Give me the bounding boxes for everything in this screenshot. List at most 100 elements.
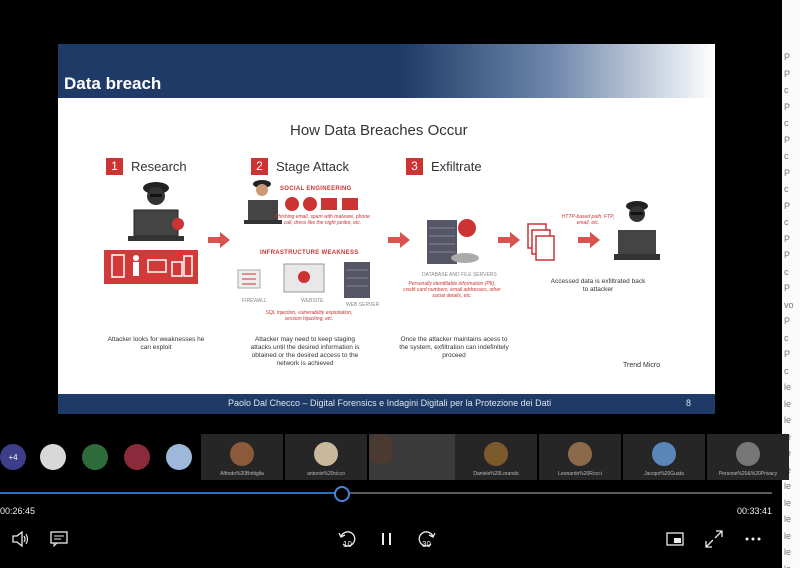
caption-research: Attacker looks for weaknesses he can exp… <box>107 336 205 351</box>
participant-avatar[interactable] <box>124 444 150 470</box>
step-label: Stage Attack <box>276 158 349 174</box>
seek-progress <box>0 492 342 494</box>
side-panel-text: le <box>784 415 792 425</box>
arrow-icon <box>578 232 600 248</box>
web-server-label: WEB SERVER <box>346 302 380 308</box>
database-desc: Personally identifiable information (PII… <box>403 281 501 299</box>
social-engineering-label: SOCIAL ENGINEERING <box>280 186 352 192</box>
infographic-title: How Data Breaches Occur <box>290 122 468 139</box>
side-panel-text: P <box>784 233 791 244</box>
participant-video <box>652 442 676 466</box>
side-panel-text: c <box>784 184 789 194</box>
social-engineering-desc: Phishing email, spam with malware, phone… <box>275 214 370 226</box>
participant-tile[interactable] <box>369 434 455 480</box>
captions-button[interactable] <box>48 528 70 550</box>
participant-avatar[interactable] <box>82 444 108 470</box>
caption-exfil: Once the attacker maintains acess to the… <box>399 336 509 359</box>
side-panel-text: P <box>784 52 791 62</box>
participant-video <box>568 442 592 466</box>
total-time: 00:33:41 <box>737 506 773 516</box>
step-label: Research <box>131 158 187 174</box>
pause-button[interactable] <box>376 528 398 550</box>
side-panel-text: c <box>784 85 789 95</box>
side-panel-text: P <box>784 167 791 178</box>
skip-back-button[interactable]: 10 <box>336 528 358 550</box>
participant-video <box>369 434 393 464</box>
step-research: 1 Research <box>106 157 187 175</box>
captions-icon <box>50 531 68 547</box>
arrow-icon <box>498 232 520 248</box>
side-panel-text: P <box>784 349 791 359</box>
footer-text: Paolo Dal Checco – Digital Forensics e I… <box>228 398 552 408</box>
picture-in-picture-button[interactable] <box>664 528 686 550</box>
participant-name: Leonardo%20Rocci <box>558 471 602 477</box>
step-number: 2 <box>251 157 268 175</box>
website-label: WEBSITE <box>301 298 324 304</box>
documents-illustration <box>527 223 555 261</box>
skip-back-seconds: 10 <box>343 540 352 549</box>
more-options-button[interactable] <box>742 528 764 550</box>
fullscreen-icon <box>705 530 723 548</box>
exfil-note: Accessed data is exfiltrated back to att… <box>550 278 646 293</box>
participant-name: Alfredo%20Bottiglia <box>220 471 264 477</box>
participant-video <box>736 442 760 466</box>
participant-tile[interactable]: Daniele%20Lorando <box>455 434 537 480</box>
side-panel-text: P <box>784 134 791 145</box>
participant-name: antonio%20cicco <box>307 471 345 477</box>
participant-avatar[interactable] <box>40 444 66 470</box>
database-illustration <box>427 219 479 264</box>
participant-video <box>484 442 508 466</box>
step-exfiltrate: 3 Exfiltrate <box>406 157 482 175</box>
participant-name: Persone%20&%20Privacy <box>718 471 778 477</box>
pause-icon <box>382 533 391 545</box>
side-panel-text: le <box>784 497 792 508</box>
participant-video <box>230 442 254 466</box>
fullscreen-button[interactable] <box>703 528 725 550</box>
step-label: Exfiltrate <box>431 158 482 174</box>
volume-icon <box>12 531 29 547</box>
seek-handle[interactable] <box>333 486 350 502</box>
side-panel-text: c <box>784 118 789 128</box>
side-panel-text: le <box>784 564 791 568</box>
side-panel-text: le <box>784 481 792 491</box>
step-stage-attack: 2 Stage Attack <box>251 157 349 175</box>
participant-name: Daniele%20Lorando <box>473 471 519 477</box>
side-panel-text: le <box>784 547 792 557</box>
side-panel-text: le <box>784 382 792 392</box>
firewall-label: FIREWALL <box>242 298 267 304</box>
participant-avatar[interactable] <box>166 444 192 470</box>
side-panel-text: c <box>784 266 789 277</box>
side-panel-text: c <box>784 332 789 343</box>
side-panel-text: le <box>784 514 792 524</box>
participant-tile[interactable]: antonio%20cicco <box>285 434 367 480</box>
current-time: 00:26:45 <box>0 506 36 516</box>
more-options-icon <box>745 537 761 541</box>
volume-button[interactable] <box>10 528 32 550</box>
side-panel-text: vo <box>784 299 794 310</box>
attacker-illustration <box>614 201 660 260</box>
side-panel-text: P <box>784 200 791 211</box>
presentation-slide: Data breach How Data Breaches Occur 1 Re… <box>58 44 715 414</box>
database-label: DATABASE AND FILE SERVERS <box>422 272 497 278</box>
participant-video <box>314 442 338 466</box>
participant-tile[interactable]: Alfredo%20Bottiglia <box>201 434 283 480</box>
participant-tile[interactable]: Jacopo%20Guata <box>623 434 705 480</box>
step-number: 1 <box>106 157 123 175</box>
side-panel-text: c <box>784 217 789 227</box>
skip-forward-seconds: 30 <box>422 540 431 549</box>
infrastructure-weakness-label: INFRASTRUCTURE WEAKNESS <box>260 250 359 256</box>
caption-stage: Attacker may need to keep staging attack… <box>250 336 360 367</box>
skip-forward-button[interactable]: 30 <box>416 528 438 550</box>
picture-in-picture-icon <box>666 532 684 546</box>
participant-tile[interactable]: Leonardo%20Rocci <box>539 434 621 480</box>
arrow-icon <box>388 232 410 248</box>
participant-tile[interactable]: Persone%20&%20Privacy <box>707 434 789 480</box>
skip-back-icon: 10 <box>338 531 356 549</box>
side-panel-text: c <box>784 151 789 161</box>
more-participants-button[interactable]: +4 <box>0 444 26 470</box>
step-number: 3 <box>406 157 423 175</box>
side-panel-text: P <box>784 316 791 326</box>
participant-name: Jacopo%20Guata <box>644 471 684 477</box>
side-panel-text: P <box>784 68 791 79</box>
side-panel-text: c <box>784 365 789 376</box>
